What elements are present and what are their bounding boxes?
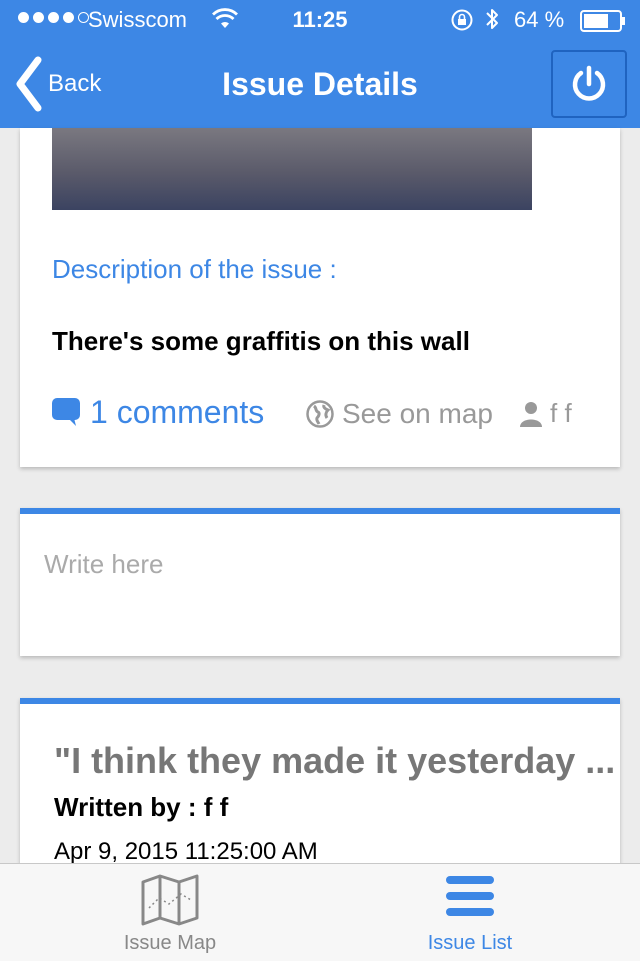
navigation-bar: Back Issue Details: [0, 40, 640, 128]
write-comment-card: [20, 508, 620, 656]
top-bar: Swisscom 11:25 64 % Back Issue Details: [0, 0, 640, 128]
comments-count: 1 comments: [90, 394, 265, 430]
user-icon: [520, 401, 542, 427]
comment-text: "I think they made it yesterday ...: [54, 740, 616, 781]
description-label: Description of the issue :: [52, 254, 337, 284]
map-icon: [141, 874, 199, 926]
rotation-lock-icon: [450, 8, 474, 38]
comment-icon: [52, 397, 80, 426]
globe-icon: [306, 400, 334, 428]
issue-author: f f: [518, 398, 572, 429]
page-title: Issue Details: [222, 66, 418, 102]
logout-button[interactable]: [551, 50, 627, 118]
comment-author: Written by : f f: [54, 792, 229, 822]
power-icon: [572, 65, 606, 101]
see-on-map-link[interactable]: See on map: [306, 398, 493, 430]
tab-issue-list-label: Issue List: [427, 932, 513, 954]
comments-link[interactable]: 1 comments: [52, 394, 264, 431]
comment-date: Apr 9, 2015 11:25:00 AM: [54, 838, 318, 865]
battery-icon: [580, 10, 625, 32]
issue-photo: [52, 128, 532, 210]
bluetooth-icon: [484, 6, 500, 38]
tab-bar: Issue Map Issue List: [0, 863, 640, 961]
issue-card: Description of the issue : There's some …: [20, 128, 620, 467]
tab-issue-map-label: Issue Map: [123, 932, 217, 954]
issue-author-name: f f: [550, 398, 572, 428]
status-bar: Swisscom 11:25 64 %: [0, 0, 640, 40]
tab-issue-map[interactable]: Issue Map: [10, 864, 330, 961]
issue-meta-row: 1 comments See on map f f: [52, 394, 592, 434]
issue-description: There's some graffitis on this wall: [52, 326, 470, 356]
tab-issue-list[interactable]: Issue List: [310, 864, 630, 961]
list-icon: [446, 876, 494, 916]
see-on-map-label: See on map: [342, 398, 493, 429]
comment-input[interactable]: [42, 548, 602, 581]
battery-percent: 64 %: [514, 7, 565, 32]
